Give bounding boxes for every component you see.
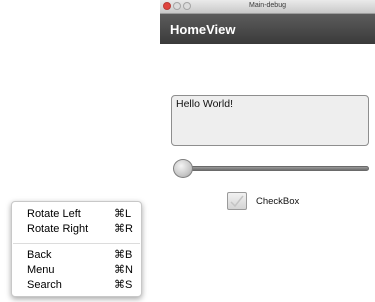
menu-item-label: Menu [27,264,55,276]
menu-item-back[interactable]: Back ⌘B [12,248,143,263]
window-titlebar[interactable]: Main-debug [160,0,375,14]
screen: Main-debug HomeView Hello World! CheckBo… [0,0,375,302]
menu-item-shortcut: ⌘N [114,264,133,276]
menu-item-search[interactable]: Search ⌘S [12,278,143,293]
checkbox[interactable] [227,192,247,210]
menu-item-shortcut: ⌘B [114,249,133,261]
nav-title: HomeView [170,22,236,37]
menu-item-label: Back [27,249,52,261]
menu-item-rotate-left[interactable]: Rotate Left ⌘L [12,207,143,222]
text-area[interactable]: Hello World! [171,95,369,146]
checkbox-check-icon [230,195,244,207]
menu-item-shortcut: ⌘L [114,208,132,220]
context-menu: Rotate Left ⌘L Rotate Right ⌘R Back ⌘B M… [11,201,142,297]
slider-track[interactable] [176,166,369,171]
menu-item-rotate-right[interactable]: Rotate Right ⌘R [12,222,143,237]
menu-item-label: Search [27,279,62,291]
menu-item-shortcut: ⌘R [114,223,133,235]
slider-thumb[interactable] [173,159,193,178]
menu-separator [13,243,140,244]
menu-item-label: Rotate Right [27,223,89,235]
window-title: Main-debug [249,2,286,9]
navigation-bar: HomeView [160,14,375,44]
menu-item-menu[interactable]: Menu ⌘N [12,263,143,278]
app-window: Main-debug HomeView Hello World! CheckBo… [160,0,375,302]
menu-item-shortcut: ⌘S [114,279,133,291]
menu-item-label: Rotate Left [27,208,81,220]
checkbox-label: CheckBox [256,196,300,207]
